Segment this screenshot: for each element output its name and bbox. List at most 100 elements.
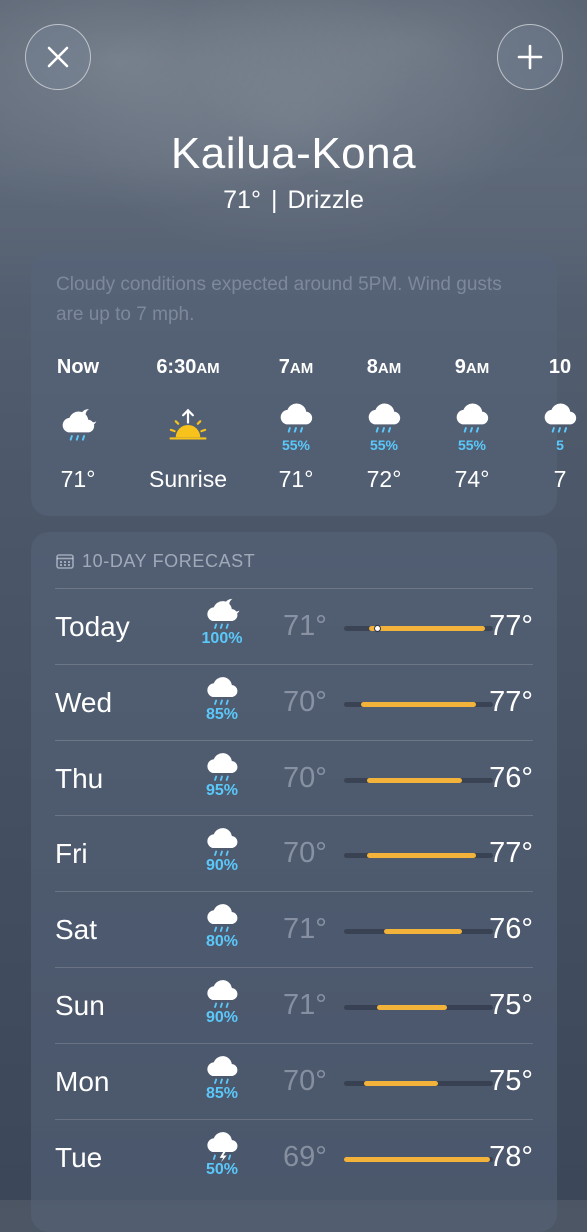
high-temp: 75° [489,1064,533,1097]
forecast-row[interactable]: Mon 85% 70° 75° [55,1042,533,1120]
hour-time: 6:30AM [156,356,220,378]
night-cloud-rain-icon [207,598,240,629]
temp-range-bar [344,929,493,935]
high-temp: 77° [489,610,533,642]
separator: | [270,186,278,214]
current-temp-dot [373,625,381,632]
hour-item: 8AM 55% 72° [339,352,429,493]
day-precip: 90% [205,1009,239,1026]
temp-range-fill [368,626,485,631]
hour-icon-wrap: 5 [515,394,587,456]
hour-icon-wrap: 55% [339,394,429,456]
temp-range-fill [383,929,462,935]
low-temp: 71° [283,913,327,946]
temp-range-bar [344,701,493,707]
hour-time: 8AM [366,356,402,378]
day-label: Sat [55,914,98,946]
day-weather: 50% [195,1126,249,1178]
high-temp: 78° [489,1140,533,1173]
temp-range-bar [344,853,493,859]
cloud-drizzle-icon [544,403,577,433]
forecast-row[interactable]: Sat 80% 71° 76° [55,891,533,968]
forecast-row[interactable]: Wed 85% 70° 77° [55,663,533,741]
hour-value: 71° [60,466,96,492]
low-temp: 70° [283,761,327,794]
forecast-title: 10-DAY FORECAST [82,550,256,571]
day-precip: 100% [201,630,243,647]
hour-time: 10 [548,356,572,378]
city-name: Kailua-Kona [170,129,417,178]
hour-value: Sunrise [149,466,227,492]
day-precip: 80% [205,933,239,951]
hour-icon-wrap: 55% [251,394,341,456]
plus-icon [517,44,543,70]
cloud-drizzle-icon [456,403,489,433]
day-precip: 50% [205,1160,239,1178]
hour-item: 6:30AM Sunrise [143,352,233,493]
hour-item: 10 5 7 [515,352,587,493]
add-location-button[interactable] [497,24,563,90]
day-label: Tue [55,1141,103,1173]
day-weather: 95% [195,747,249,799]
temp-range-fill [344,1156,490,1162]
ten-day-forecast-card[interactable]: 10-DAY FORECAST Today 100% 71° 77° Wed 85% 70°… [31,532,557,1232]
hour-precip: 55% [281,437,311,453]
close-button[interactable] [25,24,91,90]
cloud-drizzle-icon [207,1055,238,1084]
day-weather: 80% [195,898,249,950]
cloud-thunder-rain-icon [207,1131,238,1163]
day-label: Thu [55,762,104,794]
forecast-row[interactable]: Sun 90% 71° 75° [55,967,533,1044]
temp-range-bar [344,1080,493,1086]
day-precip: 90% [205,857,239,875]
forecast-row[interactable]: Fri 90% 70° 77° [55,815,533,892]
low-temp: 70° [283,685,327,718]
hour-precip: 5 [556,437,564,453]
high-temp: 76° [489,761,533,794]
cloud-drizzle-icon [207,828,238,857]
cloud-drizzle-icon [280,403,313,433]
hour-precip: 55% [457,437,487,453]
temp-range-fill [367,777,462,783]
cloud-drizzle-icon [368,403,401,433]
condition-text: Drizzle [287,186,364,214]
hour-time: Now [56,356,100,378]
close-icon [47,46,69,68]
temp-range-bar [344,625,493,632]
hour-value: 72° [366,466,402,492]
hour-item: Now 71° [33,352,123,493]
high-temp: 76° [489,913,533,946]
forecast-row[interactable]: Tue 50% 69° 78° [55,1118,533,1196]
temp-range-bar [344,777,493,783]
forecast-summary: Cloudy conditions expected around 5PM. W… [56,274,502,325]
hour-item: 9AM 55% 74° [427,352,517,493]
hourly-strip[interactable]: Now 71° 6:30AM Sunrise 7AM 55% 71° 8AM 55% 72° 9AM… [0,352,587,512]
day-weather: 90% [195,822,249,874]
forecast-row[interactable]: Today 100% 71° 77° [55,588,533,665]
cloud-drizzle-icon [207,904,238,933]
temp-range-fill [377,1005,447,1010]
temp-range-bar [344,1156,493,1162]
location-header: Kailua-Kona 71° | Drizzle [0,128,587,215]
cloud-drizzle-icon [207,980,238,1008]
high-temp: 77° [489,837,533,870]
day-label: Fri [55,838,88,870]
high-temp: 75° [489,989,533,1021]
day-label: Today [55,611,130,642]
day-precip: 85% [205,1084,239,1102]
forecast-header: 10-DAY FORECAST [56,550,255,572]
hour-value: 7 [553,466,567,492]
day-label: Wed [55,686,113,718]
cloud-drizzle-icon [207,752,238,781]
day-weather: 90% [195,974,249,1026]
cloud-drizzle-icon [207,676,238,705]
hour-time: 7AM [278,356,314,378]
day-label: Sun [55,990,105,1021]
day-label: Mon [55,1065,110,1097]
hour-value: 74° [454,466,490,492]
night-cloud-rain-icon [62,409,97,441]
forecast-row[interactable]: Thu 95% 70° 76° [55,739,533,817]
low-temp: 70° [283,837,327,870]
low-temp: 71° [283,610,327,642]
hour-icon-wrap: 55% [427,394,517,456]
